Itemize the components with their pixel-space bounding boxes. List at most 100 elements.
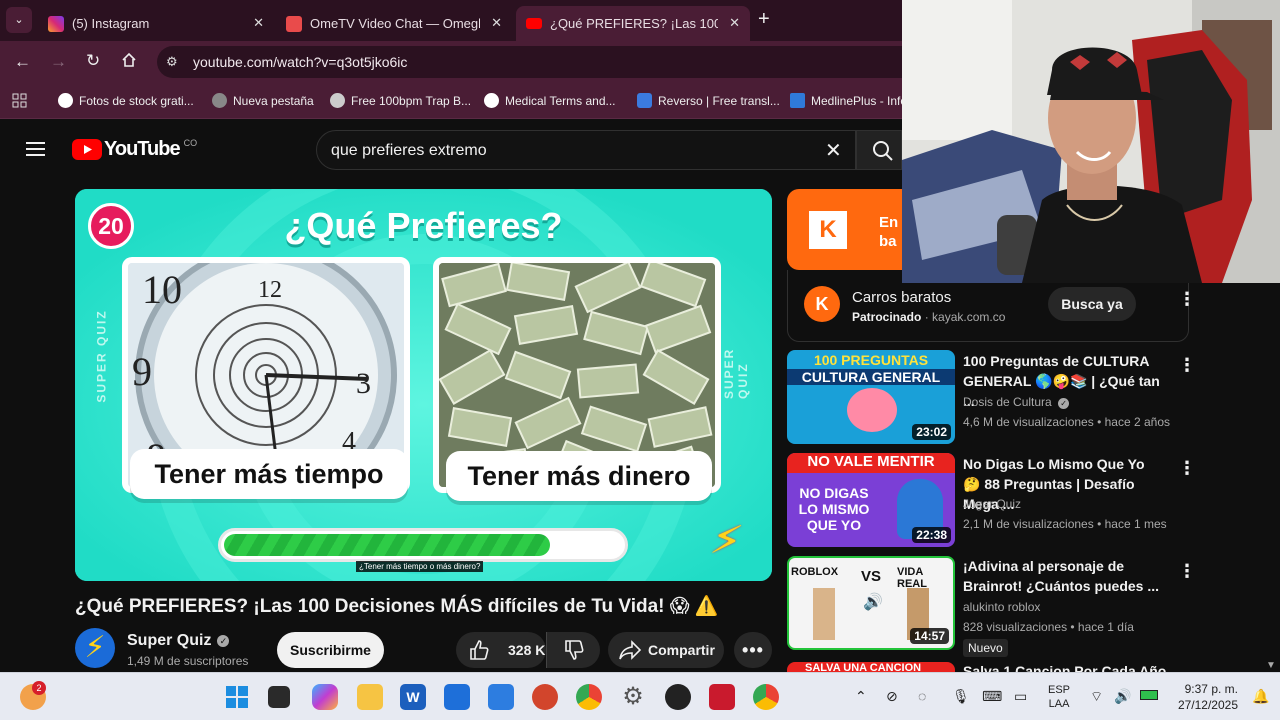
ad-banner[interactable]: K En ba [787,189,902,270]
more-horizontal-icon: ••• [742,639,764,660]
new-tab-button[interactable]: + [758,8,770,31]
address-toolbar: ← → ↻ ⚙ youtube.com/watch?v=q3ot5jko6ic [0,41,902,83]
clock[interactable]: 9:37 p. m. 27/12/2025 [1176,681,1238,713]
thumb-text: ROBLOX [791,566,839,578]
bookmark-item[interactable]: Medical Terms and... [484,93,616,108]
youtube-logo[interactable]: YouTube CO [72,138,197,161]
new-badge: Nuevo [963,639,1008,657]
bookmark-item[interactable]: MedlinePlus - Info [790,93,907,108]
store-icon[interactable] [444,684,470,710]
microphone-icon[interactable]: 🎙 [952,688,970,705]
obs-icon[interactable] [665,684,691,710]
tray-sync-icon[interactable]: ◌ [918,688,926,704]
notifications-bell-icon[interactable]: 🔔 [1252,688,1269,705]
tab-search-button[interactable]: ⌄ [6,7,32,33]
duration-badge: 23:02 [912,424,951,440]
close-tab-icon[interactable]: ✕ [491,15,502,31]
copilot-icon[interactable] [312,684,338,710]
more-actions-button[interactable]: ••• [734,632,772,668]
subscriber-count: 1,49 M de suscriptores [127,654,249,668]
clear-search-icon[interactable]: ✕ [825,138,842,163]
volume-icon[interactable]: 🔊 [1114,688,1131,705]
recommendation-channel[interactable]: alukinto roblox [963,600,1040,614]
recommendation-more-icon[interactable]: ⋮ [1178,562,1196,580]
recommendation-title[interactable]: ¡Adivina al personaje de Brainrot! ¿Cuán… [963,556,1163,596]
bookmark-item[interactable]: Fotos de stock grati... [58,93,194,108]
close-tab-icon[interactable]: ✕ [729,15,740,31]
antivirus-icon[interactable] [709,684,735,710]
webcam-person-image [902,0,1280,283]
ad-title[interactable]: Carros baratos [852,289,951,306]
share-button[interactable]: Compartir [608,632,724,668]
like-button[interactable]: 328 K [456,632,546,668]
language-indicator[interactable]: ESP LAA [1048,683,1070,711]
file-explorer-icon[interactable] [357,684,383,710]
tab-ometv[interactable]: OmeTV Video Chat — Omegle ✕ [276,6,512,41]
ad-cta-button[interactable]: Busca ya [1048,287,1136,321]
bookmarks-bar: Fotos de stock grati... Nueva pestaña Fr… [0,83,907,119]
recommendation-thumbnail[interactable]: ROBLOX VS VIDA REAL 🔊 14:57 [787,556,955,650]
bookmark-favicon-icon [58,93,73,108]
ad-more-icon[interactable]: ⋮ [1178,290,1196,308]
subscribe-button[interactable]: Suscribirme [277,632,384,668]
reverso-icon [637,93,652,108]
chrome-profile-icon[interactable] [753,684,779,710]
dislike-button[interactable] [546,632,600,668]
recommendation-thumbnail[interactable]: 100 PREGUNTAS CULTURA GENERAL 23:02 [787,350,955,444]
bookmark-item[interactable]: Nueva pestaña [212,93,314,108]
back-icon[interactable]: ← [14,52,31,72]
ad-avatar[interactable]: K [804,286,840,322]
recommendation-title[interactable]: Salva 1 Cancion Por Cada Año [963,664,1166,672]
windows-start-icon[interactable] [224,684,250,710]
ad-sponsor-line: Patrocinado · kayak.com.co [852,310,1006,324]
thumb-text: CULTURA GENERAL [787,369,955,385]
bookmark-item[interactable]: Free 100bpm Trap B... [330,93,471,108]
site-info-icon[interactable]: ⚙ [166,54,178,70]
tab-instagram[interactable]: (5) Instagram ✕ [38,6,274,41]
search-query-text: que prefieres extremo [331,142,487,159]
country-code: CO [183,137,198,148]
ad-domain: kayak.com.co [932,310,1006,324]
recommendation-thumbnail[interactable]: NO VALE MENTIR NO DIGAS LO MISMO QUE YO … [787,453,955,547]
side-brand-left: SUPER QUIZ [94,309,109,403]
calendar-icon[interactable] [488,684,514,710]
close-tab-icon[interactable]: ✕ [253,15,264,31]
forward-icon[interactable]: → [50,52,67,72]
recommendation-channel[interactable]: Dosis de Cultura ✓ [963,395,1070,409]
scroll-down-arrow-icon[interactable]: ▼ [1266,660,1276,671]
tray-app-icon[interactable]: ⊘ [886,688,898,705]
duration-badge: 14:57 [910,628,949,644]
recommendation-more-icon[interactable]: ⋮ [1178,459,1196,477]
menu-icon[interactable] [26,141,46,157]
keyboard-icon[interactable]: ⌨ [982,688,1002,705]
channel-avatar[interactable]: ⚡ [75,628,115,668]
thumb-text: VIDA REAL [897,566,927,590]
channel-name[interactable]: Super Quiz ✓ [127,632,230,650]
url-field[interactable]: ⚙ youtube.com/watch?v=q3ot5jko6ic [157,46,902,78]
powerpoint-icon[interactable] [532,684,558,710]
chrome-icon[interactable] [576,684,602,710]
thumb-text: VS [861,568,882,585]
home-icon[interactable] [121,52,137,68]
recommendation-channel[interactable]: Jugar Quiz [963,497,1021,511]
video-player[interactable]: 20 ¿Qué Prefieres? SUPER QUIZ SUPER QUIZ… [75,189,772,581]
search-button[interactable] [856,130,902,170]
recommendation-thumbnail[interactable]: SALVA UNA CANCION [787,662,955,672]
apps-grid-icon[interactable] [12,93,27,108]
wifi-icon[interactable]: ⌔ [1090,688,1103,706]
character-icon [813,588,835,640]
reload-icon[interactable]: ↻ [86,51,100,71]
thumb-text: NO VALE MENTIR [787,453,955,473]
search-input[interactable]: que prefieres extremo ✕ [316,130,856,170]
recommendation-more-icon[interactable]: ⋮ [1178,356,1196,374]
battery-icon[interactable] [1140,690,1158,700]
settings-icon[interactable]: ⚙ [620,684,646,710]
tab-youtube-active[interactable]: ¿Qué PREFIERES? ¡Las 100 Decisiones ✕ [516,6,750,41]
brain-icon [847,388,897,432]
display-icon[interactable]: ▭ [1014,688,1027,705]
youtube-wordmark: YouTube [104,138,181,160]
bookmark-item[interactable]: Reverso | Free transl... [637,93,780,108]
word-icon[interactable]: W [400,684,426,710]
tray-chevron-icon[interactable]: ⌃ [855,688,867,705]
task-view-icon[interactable] [268,686,290,708]
